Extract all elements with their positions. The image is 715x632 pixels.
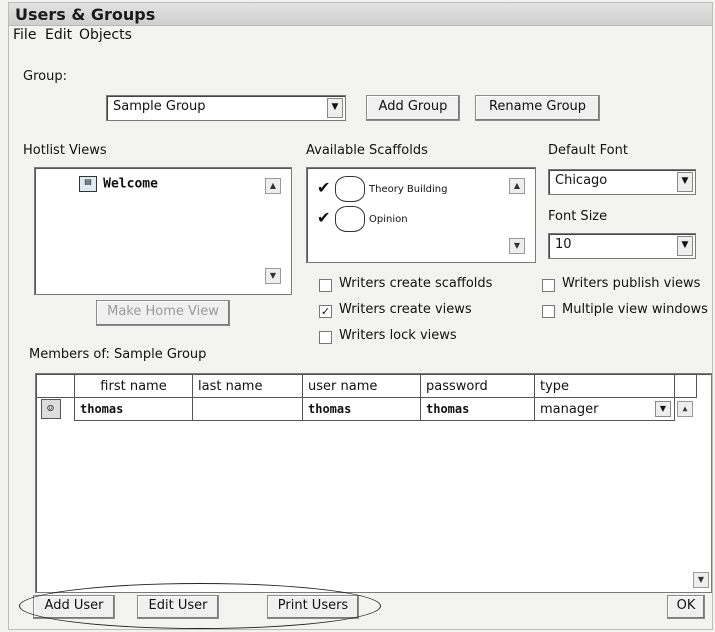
ok-button[interactable]: OK <box>667 595 705 619</box>
writers-create-scaffolds-checkbox[interactable] <box>319 279 332 292</box>
members-label: Members of: Sample Group <box>29 347 206 362</box>
writers-lock-views-checkbox[interactable] <box>319 331 332 344</box>
font-size-select[interactable]: 10 ▼ <box>548 233 696 259</box>
user-face-icon: ☺ <box>40 399 61 420</box>
chevron-down-icon[interactable]: ▼ <box>655 401 671 417</box>
table-header-row: first name last name user name password … <box>36 374 697 398</box>
row-scroll-cell: ▲ <box>675 398 697 421</box>
column-last-name[interactable]: last name <box>192 374 303 398</box>
menu-objects[interactable]: Objects <box>79 27 132 43</box>
scaffold-icon <box>335 176 365 202</box>
scroll-down-icon[interactable]: ▼ <box>265 268 281 284</box>
writers-publish-views-label: Writers publish views <box>562 276 701 291</box>
column-first-name[interactable]: first name <box>74 374 193 398</box>
default-font-select[interactable]: Chicago ▼ <box>548 169 696 195</box>
default-font-label: Default Font <box>548 143 628 158</box>
user-cell: ☺ <box>37 398 75 421</box>
font-size-label: Font Size <box>548 209 608 224</box>
font-size-value: 10 <box>555 237 572 252</box>
check-icon: ✔ <box>317 208 331 227</box>
chevron-down-icon[interactable]: ▼ <box>327 98 343 118</box>
members-group-name: Sample Group <box>113 347 207 362</box>
writers-lock-views-label: Writers lock views <box>339 328 457 343</box>
make-home-view-button[interactable]: Make Home View <box>96 300 230 326</box>
menu-edit[interactable]: Edit <box>45 27 72 43</box>
column-type[interactable]: type <box>534 374 675 398</box>
writers-create-scaffolds-label: Writers create scaffolds <box>339 276 493 291</box>
last-name-cell[interactable] <box>192 397 303 421</box>
first-name-cell[interactable]: thomas <box>74 397 193 421</box>
members-grid: first name last name user name password … <box>36 374 697 421</box>
group-label: Group: <box>23 69 67 84</box>
scroll-up-icon[interactable]: ▲ <box>509 178 525 194</box>
writers-create-views-checkbox[interactable]: ✓ <box>319 305 332 318</box>
type-value: manager <box>540 401 599 417</box>
members-table[interactable]: first name last name user name password … <box>35 373 712 593</box>
chevron-down-icon[interactable]: ▼ <box>677 236 693 256</box>
column-spacer <box>36 374 75 398</box>
scaffold-name: Theory Building <box>369 184 448 195</box>
column-user-name[interactable]: user name <box>302 374 421 398</box>
available-scaffolds-label: Available Scaffolds <box>306 143 428 158</box>
writers-publish-views-checkbox[interactable] <box>542 279 555 292</box>
window-title: Users & Groups <box>15 5 156 24</box>
hotlist-views-label: Hotlist Views <box>23 143 107 158</box>
list-item[interactable]: ▤ Welcome <box>79 176 158 192</box>
group-select[interactable]: Sample Group ▼ <box>106 95 346 121</box>
highlight-oval <box>19 583 381 629</box>
add-group-button[interactable]: Add Group <box>366 95 460 121</box>
default-font-value: Chicago <box>555 173 608 188</box>
check-icon: ✔ <box>317 178 331 197</box>
chevron-down-icon[interactable]: ▼ <box>677 172 693 192</box>
multiple-view-windows-label: Multiple view windows <box>562 302 708 317</box>
view-icon: ▤ <box>79 176 97 192</box>
column-password[interactable]: password <box>420 374 535 398</box>
hotlist-views-list[interactable]: ▤ Welcome ▲ ▼ <box>34 167 292 295</box>
type-cell[interactable]: manager ▼ <box>534 397 675 421</box>
members-label-prefix: Members of: <box>29 347 110 362</box>
scroll-down-icon[interactable]: ▼ <box>509 238 525 254</box>
scaffold-icon <box>335 206 365 232</box>
multiple-view-windows-checkbox[interactable] <box>542 305 555 318</box>
column-spacer-right <box>674 374 697 398</box>
scroll-down-icon[interactable]: ▼ <box>693 572 709 588</box>
scaffold-name: Opinion <box>369 214 408 225</box>
title-bar[interactable]: Users & Groups <box>9 3 712 26</box>
menu-file[interactable]: File <box>13 27 36 43</box>
scroll-up-icon[interactable]: ▲ <box>677 401 693 417</box>
writers-create-views-label: Writers create views <box>339 302 472 317</box>
scaffolds-list[interactable]: ✔ Theory Building ✔ Opinion ▲ ▼ <box>306 167 536 263</box>
scroll-up-icon[interactable]: ▲ <box>265 178 281 194</box>
table-row[interactable]: ☺ thomas thomas thomas manager ▼ ▲ <box>37 397 697 421</box>
rename-group-button[interactable]: Rename Group <box>475 95 600 121</box>
hotlist-item-label: Welcome <box>103 176 158 192</box>
users-groups-window: Users & Groups File Edit Objects Group: … <box>8 2 713 630</box>
group-select-value: Sample Group <box>113 99 206 114</box>
menu-bar: File Edit Objects <box>9 27 712 45</box>
password-cell[interactable]: thomas <box>420 397 535 421</box>
user-name-cell[interactable]: thomas <box>302 397 421 421</box>
